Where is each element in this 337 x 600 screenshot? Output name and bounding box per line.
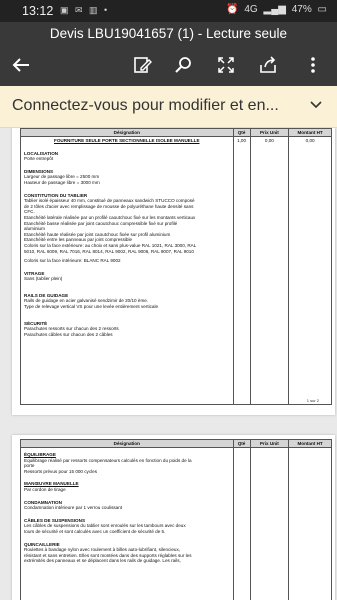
fullscreen-svg	[218, 57, 234, 73]
description-line: extrémités des panneaux et se déplacent …	[24, 558, 181, 564]
network-label: 4G	[244, 4, 258, 15]
edit-icon[interactable]	[131, 55, 153, 77]
table-row: ÉQUILIBRAGE Equilibrage réalisé par resso…	[20, 447, 332, 600]
more-icon[interactable]	[302, 55, 324, 77]
alarm-icon: ⏰	[226, 4, 239, 15]
table-bottom-border	[20, 404, 332, 405]
document-page-2: Désignation Qté Prix Unit Montant HT ÉQU…	[12, 435, 335, 600]
chevron-down-icon[interactable]	[309, 98, 323, 112]
quote-table-page-1: Désignation Qté Prix Unit Montant HT FOU…	[20, 128, 332, 405]
header-qte: Qté	[232, 128, 251, 137]
header-qte: Qté	[232, 439, 251, 448]
qte-cell: 1,00	[232, 136, 251, 405]
designation-cell: FOURNITURE SEULE PORTE SECTIONNELLE ISOL…	[20, 136, 234, 405]
header-montant-ht: Montant HT	[288, 128, 332, 137]
sign-in-text: Connectez-vous pour modifier et en...	[12, 97, 279, 114]
share-icon[interactable]	[257, 55, 279, 77]
battery-label: 47%	[291, 4, 312, 15]
back-arrow-icon[interactable]	[10, 55, 32, 77]
header-designation: Désignation	[20, 128, 234, 137]
edit-svg	[134, 57, 152, 73]
battery-icon: ▭	[317, 4, 327, 15]
prix-cell	[249, 447, 290, 600]
page-footer: 1 sur 2	[306, 398, 319, 403]
signal-icon: ▂▄▆	[263, 4, 286, 15]
status-right: ⏰ 4G ▂▄▆ 47% ▭	[223, 4, 327, 15]
quote-table-page-2: Désignation Qté Prix Unit Montant HT ÉQU…	[20, 439, 332, 600]
header-prix-unit: Prix Unit	[249, 128, 290, 137]
prix-cell: 0,00	[249, 136, 290, 405]
more-svg	[311, 57, 315, 73]
table-row: FOURNITURE SEULE PORTE SECTIONNELLE ISOL…	[20, 136, 332, 405]
designation-cell: ÉQUILIBRAGE Equilibrage réalisé par resso…	[20, 447, 234, 600]
qte-cell	[232, 447, 251, 600]
fullscreen-icon[interactable]	[215, 55, 237, 77]
table-header-row: Désignation Qté Prix Unit Montant HT	[20, 439, 332, 448]
search-icon[interactable]	[172, 55, 194, 77]
table-header-row: Désignation Qté Prix Unit Montant HT	[20, 128, 332, 137]
header-prix-unit: Prix Unit	[249, 439, 290, 448]
header-designation: Désignation	[20, 439, 234, 448]
share-svg	[260, 56, 276, 73]
search-svg	[175, 57, 191, 73]
notification-icons: ▣ ✉ ▥ •	[60, 5, 110, 15]
document-viewer[interactable]: Désignation Qté Prix Unit Montant HT FOU…	[0, 128, 337, 600]
status-time: 13:12	[22, 4, 54, 18]
toolbar	[0, 46, 337, 86]
description-line: Parachutes câbles sur chacun des 2 câble…	[24, 331, 113, 337]
back-arrow-svg	[12, 58, 29, 72]
item-title: FOURNITURE SEULE PORTE SECTIONNELLE ISOL…	[54, 138, 200, 143]
header-montant-ht: Montant HT	[288, 439, 332, 448]
montant-cell: 0,00	[288, 136, 332, 405]
document-title: Devis LBU19041657 (1) - Lecture seule	[0, 22, 337, 46]
montant-cell	[288, 447, 332, 600]
document-page-1: Désignation Qté Prix Unit Montant HT FOU…	[12, 128, 335, 415]
status-bar: 13:12 ▣ ✉ ▥ • ⏰ 4G ▂▄▆ 47% ▭	[0, 0, 337, 22]
sign-in-banner[interactable]: Connectez-vous pour modifier et en...	[0, 86, 337, 128]
